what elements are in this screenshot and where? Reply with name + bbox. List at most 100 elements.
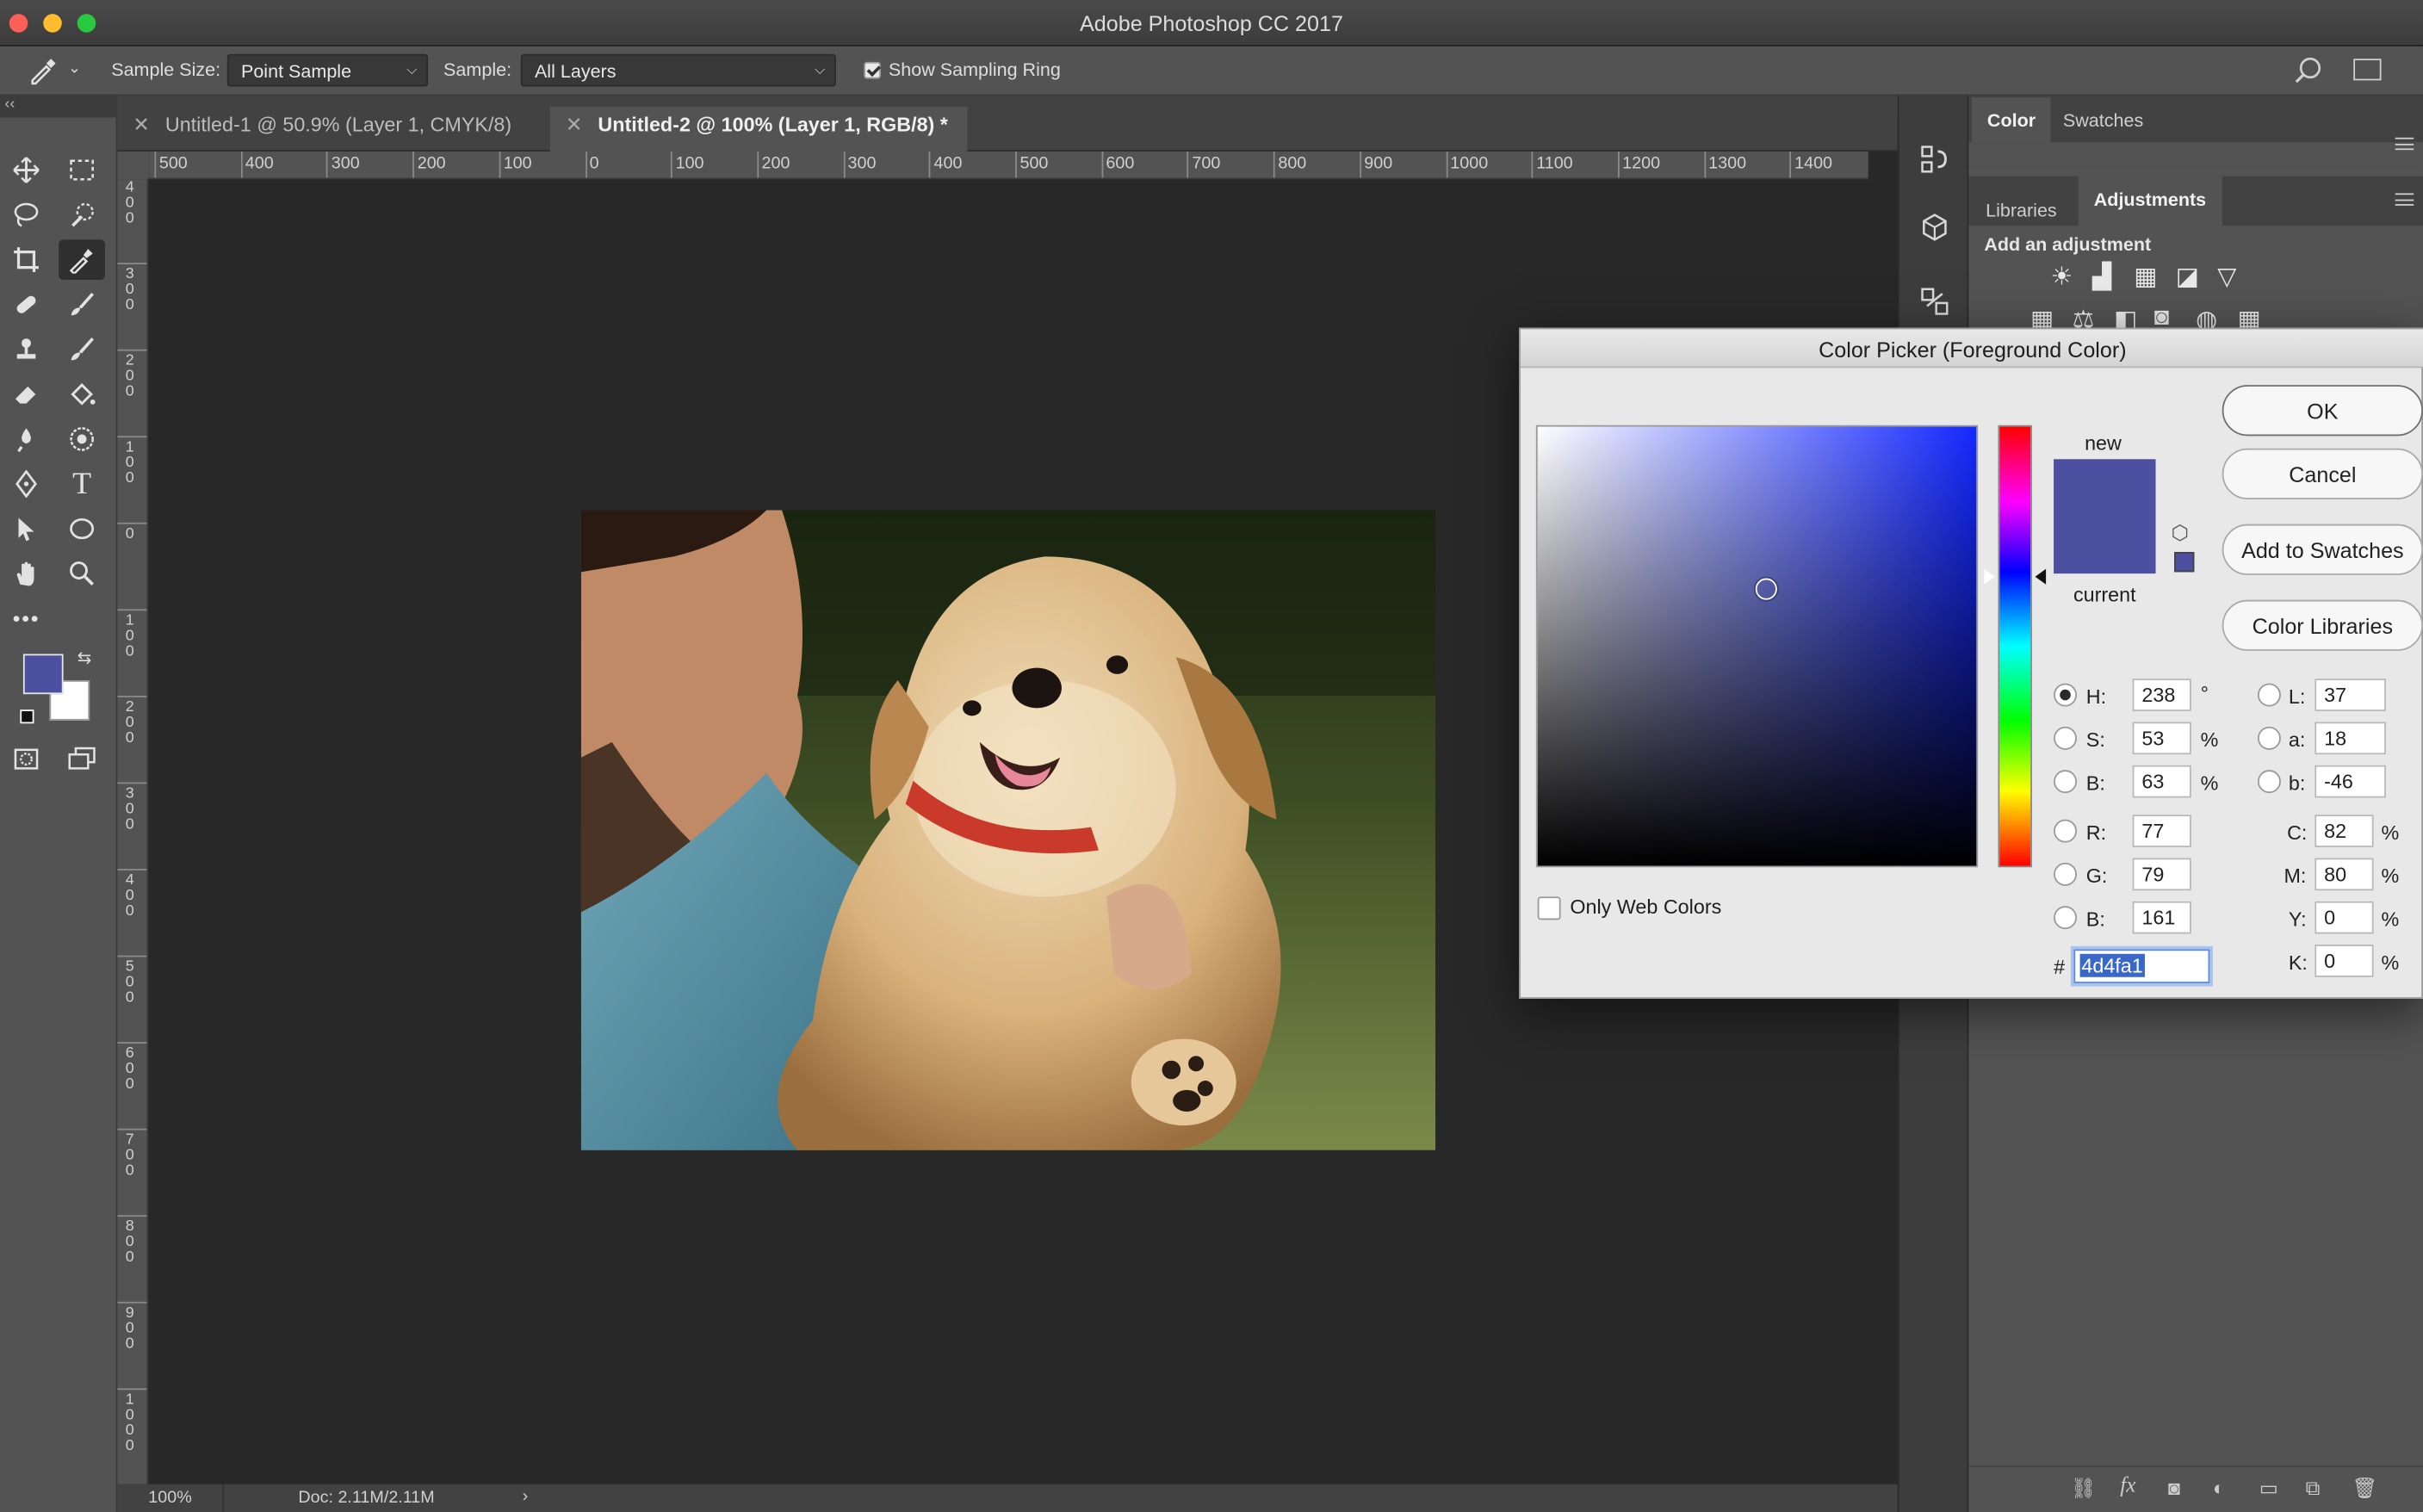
b-radio[interactable] bbox=[2054, 770, 2077, 794]
search-icon[interactable] bbox=[2293, 56, 2324, 91]
healing-brush-tool-icon[interactable] bbox=[3, 284, 50, 325]
b-input[interactable]: 63 bbox=[2132, 765, 2191, 798]
color-marker[interactable] bbox=[1755, 578, 1777, 600]
fx-icon[interactable]: fx bbox=[2120, 1475, 2135, 1500]
l-input[interactable]: 37 bbox=[2315, 679, 2386, 711]
h-input[interactable]: 238 bbox=[2132, 679, 2191, 711]
screen-mode-icon[interactable] bbox=[59, 739, 105, 779]
move-tool-icon[interactable] bbox=[3, 150, 50, 190]
lab-b-radio[interactable] bbox=[2257, 770, 2281, 794]
close-tab-icon[interactable]: ✕ bbox=[566, 113, 583, 136]
zoom-level[interactable]: 100% bbox=[148, 1489, 192, 1508]
close-tab-icon[interactable]: ✕ bbox=[133, 113, 150, 136]
crop-tool-icon[interactable] bbox=[3, 239, 50, 280]
y-input[interactable]: 0 bbox=[2315, 901, 2374, 934]
tab-adjustments[interactable]: Adjustments bbox=[2078, 176, 2222, 226]
hex-input[interactable]: 4d4fa1 bbox=[2073, 949, 2210, 983]
properties-panel-icon[interactable] bbox=[1918, 284, 1951, 325]
paint-bucket-tool-icon[interactable] bbox=[59, 375, 105, 415]
clone-stamp-tool-icon[interactable] bbox=[3, 329, 50, 369]
more-tools-icon[interactable]: ••• bbox=[3, 598, 50, 639]
horizontal-ruler[interactable]: 500 400 300 200 100 0 100 200 300 400 500 600 700 800… bbox=[148, 151, 1868, 180]
type-tool-icon[interactable]: T bbox=[59, 464, 105, 505]
hue-slider[interactable] bbox=[1998, 424, 2032, 868]
sample-size-select[interactable]: Point Sample ⌵ bbox=[226, 53, 429, 87]
vibrance-icon[interactable]: ▽ bbox=[2217, 261, 2236, 292]
only-web-colors-checkbox[interactable] bbox=[1537, 896, 1561, 920]
hand-tool-icon[interactable] bbox=[3, 554, 50, 594]
tab-color[interactable]: Color bbox=[1971, 97, 2052, 144]
lab-b-input[interactable]: -46 bbox=[2315, 765, 2386, 798]
blur-tool-icon[interactable] bbox=[3, 419, 50, 460]
swap-colors-icon[interactable]: ⇆ bbox=[77, 648, 92, 668]
tab-untitled-2[interactable]: ✕ Untitled-2 @ 100% (Layer 1, RGB/8) * bbox=[549, 106, 968, 152]
color-libraries-button[interactable]: Color Libraries bbox=[2222, 599, 2423, 651]
layer-mask-icon[interactable]: ◙ bbox=[2168, 1477, 2180, 1500]
link-layers-icon[interactable]: ⛓ bbox=[2071, 1477, 2097, 1502]
default-colors-icon[interactable] bbox=[20, 710, 34, 724]
show-sampling-ring-checkbox[interactable] bbox=[864, 61, 881, 79]
brush-tool-icon[interactable] bbox=[59, 284, 105, 325]
foreground-color-swatch[interactable] bbox=[22, 654, 64, 695]
add-to-swatches-button[interactable]: Add to Swatches bbox=[2222, 524, 2423, 575]
a-radio[interactable] bbox=[2257, 726, 2281, 750]
hue-slider-right-arrow-icon[interactable] bbox=[2035, 568, 2047, 585]
marquee-tool-icon[interactable] bbox=[59, 150, 105, 190]
eyedropper-tool-icon[interactable] bbox=[59, 239, 106, 280]
k-input[interactable]: 0 bbox=[2315, 945, 2374, 977]
tab-libraries[interactable]: Libraries bbox=[1970, 187, 2073, 233]
quick-selection-tool-icon[interactable] bbox=[59, 195, 105, 235]
ok-button[interactable]: OK bbox=[2222, 385, 2423, 437]
pen-tool-icon[interactable] bbox=[3, 464, 50, 505]
r-radio[interactable] bbox=[2054, 819, 2077, 843]
g-input[interactable]: 79 bbox=[2132, 858, 2191, 891]
lasso-tool-icon[interactable] bbox=[3, 195, 50, 235]
collapse-toolbar-icon[interactable]: ‹‹ bbox=[4, 96, 15, 113]
3d-panel-icon[interactable] bbox=[1918, 210, 1951, 251]
color-panel-menu-icon[interactable] bbox=[2395, 137, 2414, 151]
out-of-gamut-cube-icon[interactable]: ⬡ bbox=[2171, 521, 2188, 546]
ellipse-tool-icon[interactable] bbox=[59, 509, 105, 549]
new-layer-icon[interactable]: ⧉ bbox=[2306, 1477, 2321, 1502]
g-radio[interactable] bbox=[2054, 862, 2077, 886]
exposure-icon[interactable]: ◪ bbox=[2176, 261, 2199, 292]
curves-icon[interactable]: ▦ bbox=[2134, 261, 2157, 292]
a-input[interactable]: 18 bbox=[2315, 722, 2386, 755]
adjustment-layer-icon[interactable]: ◐ bbox=[2213, 1477, 2225, 1500]
saturation-brightness-field[interactable] bbox=[1535, 424, 1979, 868]
tab-swatches[interactable]: Swatches bbox=[2048, 97, 2159, 144]
r-input[interactable]: 77 bbox=[2132, 815, 2191, 847]
history-panel-icon[interactable] bbox=[1918, 142, 1951, 183]
l-radio[interactable] bbox=[2257, 683, 2281, 707]
zoom-tool-icon[interactable] bbox=[59, 554, 105, 594]
sponge-tool-icon[interactable] bbox=[59, 419, 105, 460]
tab-untitled-1[interactable]: ✕ Untitled-1 @ 50.9% (Layer 1, CMYK/8) bbox=[117, 107, 547, 152]
workspace-icon[interactable] bbox=[2353, 59, 2382, 81]
s-radio[interactable] bbox=[2054, 726, 2077, 750]
blue-input[interactable]: 161 bbox=[2132, 901, 2191, 934]
c-input[interactable]: 82 bbox=[2315, 815, 2374, 847]
preset-dropdown-icon[interactable]: ⌄ bbox=[68, 60, 81, 77]
levels-icon[interactable]: ▟ bbox=[2092, 261, 2111, 292]
h-radio[interactable] bbox=[2054, 683, 2077, 707]
cancel-button[interactable]: Cancel bbox=[2222, 448, 2423, 499]
m-input[interactable]: 80 bbox=[2315, 858, 2374, 891]
status-menu-arrow-icon[interactable]: › bbox=[523, 1487, 529, 1506]
blue-radio[interactable] bbox=[2054, 906, 2077, 930]
brightness-contrast-icon[interactable]: ☀ bbox=[2050, 261, 2073, 292]
history-brush-tool-icon[interactable] bbox=[59, 329, 105, 369]
new-group-icon[interactable]: ▭ bbox=[2259, 1477, 2278, 1502]
vertical-ruler[interactable]: 400 300 200 100 0 100 200 300 400 500 600 700 800 900… bbox=[117, 179, 149, 1484]
document-image[interactable] bbox=[580, 510, 1436, 1150]
s-input[interactable]: 53 bbox=[2132, 722, 2191, 755]
web-safe-swatch-icon[interactable] bbox=[2174, 551, 2195, 573]
sample-select[interactable]: All Layers ⌵ bbox=[520, 53, 836, 87]
eyedropper-preset-icon[interactable] bbox=[28, 56, 61, 91]
path-selection-tool-icon[interactable] bbox=[3, 509, 50, 549]
adjustments-panel-menu-icon[interactable] bbox=[2395, 193, 2414, 206]
quick-mask-icon[interactable] bbox=[3, 739, 50, 779]
hue-slider-left-arrow-icon[interactable] bbox=[1984, 568, 1995, 585]
eraser-tool-icon[interactable] bbox=[3, 375, 50, 415]
ruler-origin[interactable] bbox=[117, 151, 149, 180]
trash-icon[interactable]: 🗑 bbox=[2352, 1477, 2377, 1502]
